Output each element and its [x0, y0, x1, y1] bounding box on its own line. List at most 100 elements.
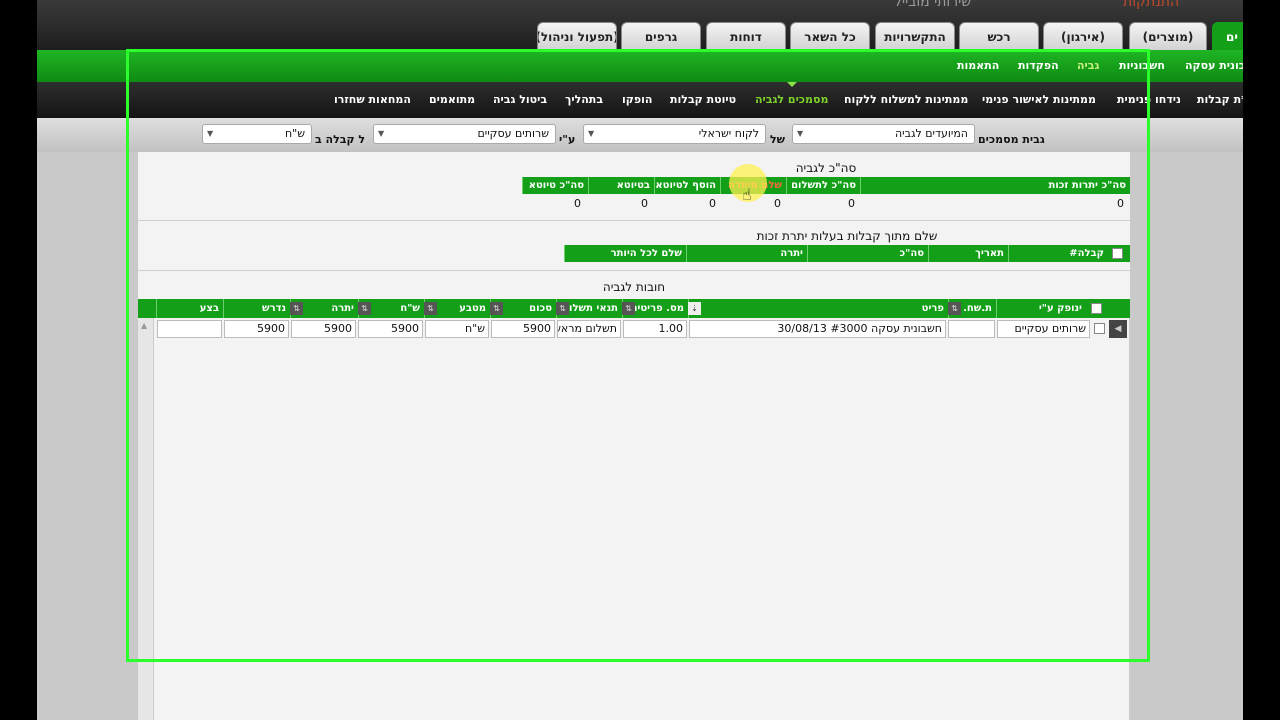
- row-ils[interactable]: 5900: [358, 320, 423, 338]
- debts-col-required: נדרש: [223, 299, 290, 319]
- divider: [138, 220, 1130, 221]
- debts-col-exec: בצע: [156, 299, 223, 319]
- credit-col-balance: יתרה: [686, 245, 807, 262]
- summary-col-add-draft: הוסף לטיוטא: [654, 177, 720, 194]
- row-issued-by[interactable]: שרותים עסקיים: [997, 320, 1090, 338]
- row-required-input[interactable]: 5900: [224, 320, 289, 338]
- sort-down-icon[interactable]: ⇣: [688, 302, 701, 315]
- tools-bar: ת קבלות* נידחו פנימית ממתינות לאישור פני…: [37, 82, 1243, 118]
- sort-icon[interactable]: ⇅: [622, 302, 635, 315]
- summary-col-draft-total: סה"כ טיוטא: [522, 177, 588, 194]
- tab-everything-else[interactable]: כל השאר: [790, 22, 870, 50]
- debts-col-issued-by: ינופק ע"י: [996, 299, 1086, 319]
- select-docs[interactable]: ▼ המיועדים לגביה: [792, 124, 975, 144]
- tool-draft-receipts[interactable]: טיוטת קבלות: [670, 93, 736, 106]
- debts-col-item[interactable]: פריט: [688, 299, 948, 319]
- tool-awaiting-internal-approval[interactable]: ממתינות לאישור פנימי: [982, 93, 1096, 106]
- top-bar: שירותי מובייל התנתקות ים (מוצרים) (אירגו…: [37, 0, 1243, 50]
- subtab-deposits[interactable]: הפקדות: [1018, 59, 1059, 72]
- label-of: של: [770, 133, 785, 146]
- sub-tabs-bar: כונית עסקה חשבוניות גביה הפקדות התאמות: [37, 50, 1243, 82]
- row-terms[interactable]: תשלום מראש: [557, 320, 621, 338]
- summary-val-draft-total: 0: [574, 197, 581, 210]
- debts-header: ינופק ע"י ת.שח. ⇅ פריט ⇣ מס. פריטים ⇅ תנ…: [138, 299, 1130, 319]
- tab-contracts[interactable]: התקשרויות: [875, 22, 955, 50]
- sort-icon[interactable]: ⇅: [556, 302, 569, 315]
- label-by: ע"י: [559, 133, 576, 146]
- dropdown-arrow-icon: ▼: [207, 129, 214, 138]
- label-receipt-in: ל קבלה ב: [315, 133, 366, 146]
- tab-charts[interactable]: גרפים: [621, 22, 701, 50]
- tool-rejected-internal[interactable]: נידחו פנימית: [1117, 93, 1181, 106]
- sort-icon[interactable]: ⇅: [490, 302, 503, 315]
- filter-bar: גבית מסמכים ▼ המיועדים לגביה של ▼ לקוח ישר…: [37, 118, 1243, 152]
- tab-operations[interactable]: (תפעול וניהול): [537, 22, 617, 50]
- select-customer[interactable]: ▼ לקוח ישראלי: [583, 124, 766, 144]
- select-currency-value: ש"ח: [284, 127, 305, 140]
- select-service[interactable]: ▼ שרותים עסקיים: [373, 124, 556, 144]
- dropdown-arrow-icon: ▼: [588, 129, 595, 138]
- tool-in-process[interactable]: בתהליך: [565, 93, 603, 106]
- hand-cursor-icon: ☝: [742, 185, 752, 204]
- tool-cancel-collection[interactable]: ביטול גביה: [493, 93, 547, 106]
- summary-val-in-draft: 0: [641, 197, 648, 210]
- row-qty[interactable]: 1.00: [623, 320, 687, 338]
- tool-docs-for-collection[interactable]: מסמכים לגביה: [755, 93, 828, 106]
- summary-val-pay-from-balance: 0: [774, 197, 781, 210]
- summary-val-add-draft: 0: [709, 197, 716, 210]
- row-checkbox[interactable]: [1094, 323, 1105, 334]
- subtab-collection[interactable]: גביה: [1077, 59, 1099, 72]
- subtab-reconciliations[interactable]: התאמות: [957, 59, 999, 72]
- subtab-invoices[interactable]: חשבוניות: [1119, 59, 1165, 72]
- select-currency[interactable]: ▼ ש"ח: [202, 124, 312, 144]
- divider: [138, 270, 1130, 271]
- row-item[interactable]: חשבונית עסקה #3000 30/08/13: [689, 320, 946, 338]
- row-amount[interactable]: 5900: [491, 320, 555, 338]
- row-exec-input[interactable]: [157, 320, 222, 338]
- app-title: שירותי מובייל: [894, 0, 972, 10]
- scroll-up-icon[interactable]: ▲: [141, 321, 147, 330]
- label-collect-docs: גבית מסמכים: [978, 133, 1045, 146]
- debts-title: חובות לגביה: [602, 280, 666, 294]
- subtab-deal-invoice[interactable]: כונית עסקה: [1185, 59, 1243, 72]
- credit-col-date: תאריך: [928, 245, 1008, 262]
- row-balance[interactable]: 5900: [291, 320, 356, 338]
- summary-values-row: 0 0 0 0 0 0: [522, 197, 1130, 213]
- tab-organization[interactable]: (אירגון): [1043, 22, 1123, 50]
- summary-col-credit: סה"כ יתרות זכות: [860, 177, 1130, 194]
- sort-icon[interactable]: ⇅: [290, 302, 303, 315]
- logout-link[interactable]: התנתקות: [1123, 0, 1179, 10]
- selected-caret-icon: [787, 82, 797, 87]
- app-window: שירותי מובייל התנתקות ים (מוצרים) (אירגו…: [0, 0, 1280, 720]
- credit-col-max-pay: שלם לכל היותר: [564, 245, 686, 262]
- tab-reports[interactable]: דוחות: [706, 22, 786, 50]
- dropdown-arrow-icon: ▼: [797, 129, 804, 138]
- debts-select-all-checkbox[interactable]: [1091, 303, 1102, 314]
- summary-col-in-draft: בטיוטא: [588, 177, 654, 194]
- credit-select-all-checkbox[interactable]: [1112, 248, 1123, 259]
- vertical-scrollbar[interactable]: ▲: [138, 318, 154, 720]
- tool-returned-checks[interactable]: המחאות שחזרו: [334, 93, 411, 106]
- sort-icon[interactable]: ⇅: [424, 302, 437, 315]
- sort-icon[interactable]: ⇅: [948, 302, 961, 315]
- row-date[interactable]: [948, 320, 995, 338]
- dropdown-arrow-icon: ▼: [378, 129, 385, 138]
- summary-col-to-pay: סה"כ לתשלום: [786, 177, 860, 194]
- tab-products[interactable]: (מוצרים): [1129, 22, 1207, 50]
- tool-coordinated[interactable]: מתואמים: [429, 93, 475, 106]
- tab-purchasing[interactable]: רכש: [959, 22, 1039, 50]
- sort-icon[interactable]: ⇅: [358, 302, 371, 315]
- select-service-value: שרותים עסקיים: [477, 127, 549, 140]
- row-currency[interactable]: ש"ח: [425, 320, 489, 338]
- tool-awaiting-send[interactable]: ממתינות למשלוח ללקוח: [844, 93, 968, 106]
- tool-receipts[interactable]: ת קבלות*: [1197, 93, 1243, 106]
- debts-grid-body: [138, 318, 1130, 720]
- tab-main-active[interactable]: ים: [1212, 22, 1243, 50]
- credit-col-receipt: קבלה#: [1008, 245, 1108, 262]
- credit-header: קבלה# תאריך סה"כ יתרה שלם לכל היותר: [564, 245, 1130, 262]
- tool-issued[interactable]: הופקו: [622, 93, 652, 106]
- row-expand-icon[interactable]: ◀: [1109, 320, 1127, 338]
- select-docs-value: המיועדים לגביה: [894, 127, 968, 140]
- select-customer-value: לקוח ישראלי: [698, 127, 759, 140]
- credit-title: שלם מתוך קבלות בעלות יתרת זכות: [756, 229, 938, 243]
